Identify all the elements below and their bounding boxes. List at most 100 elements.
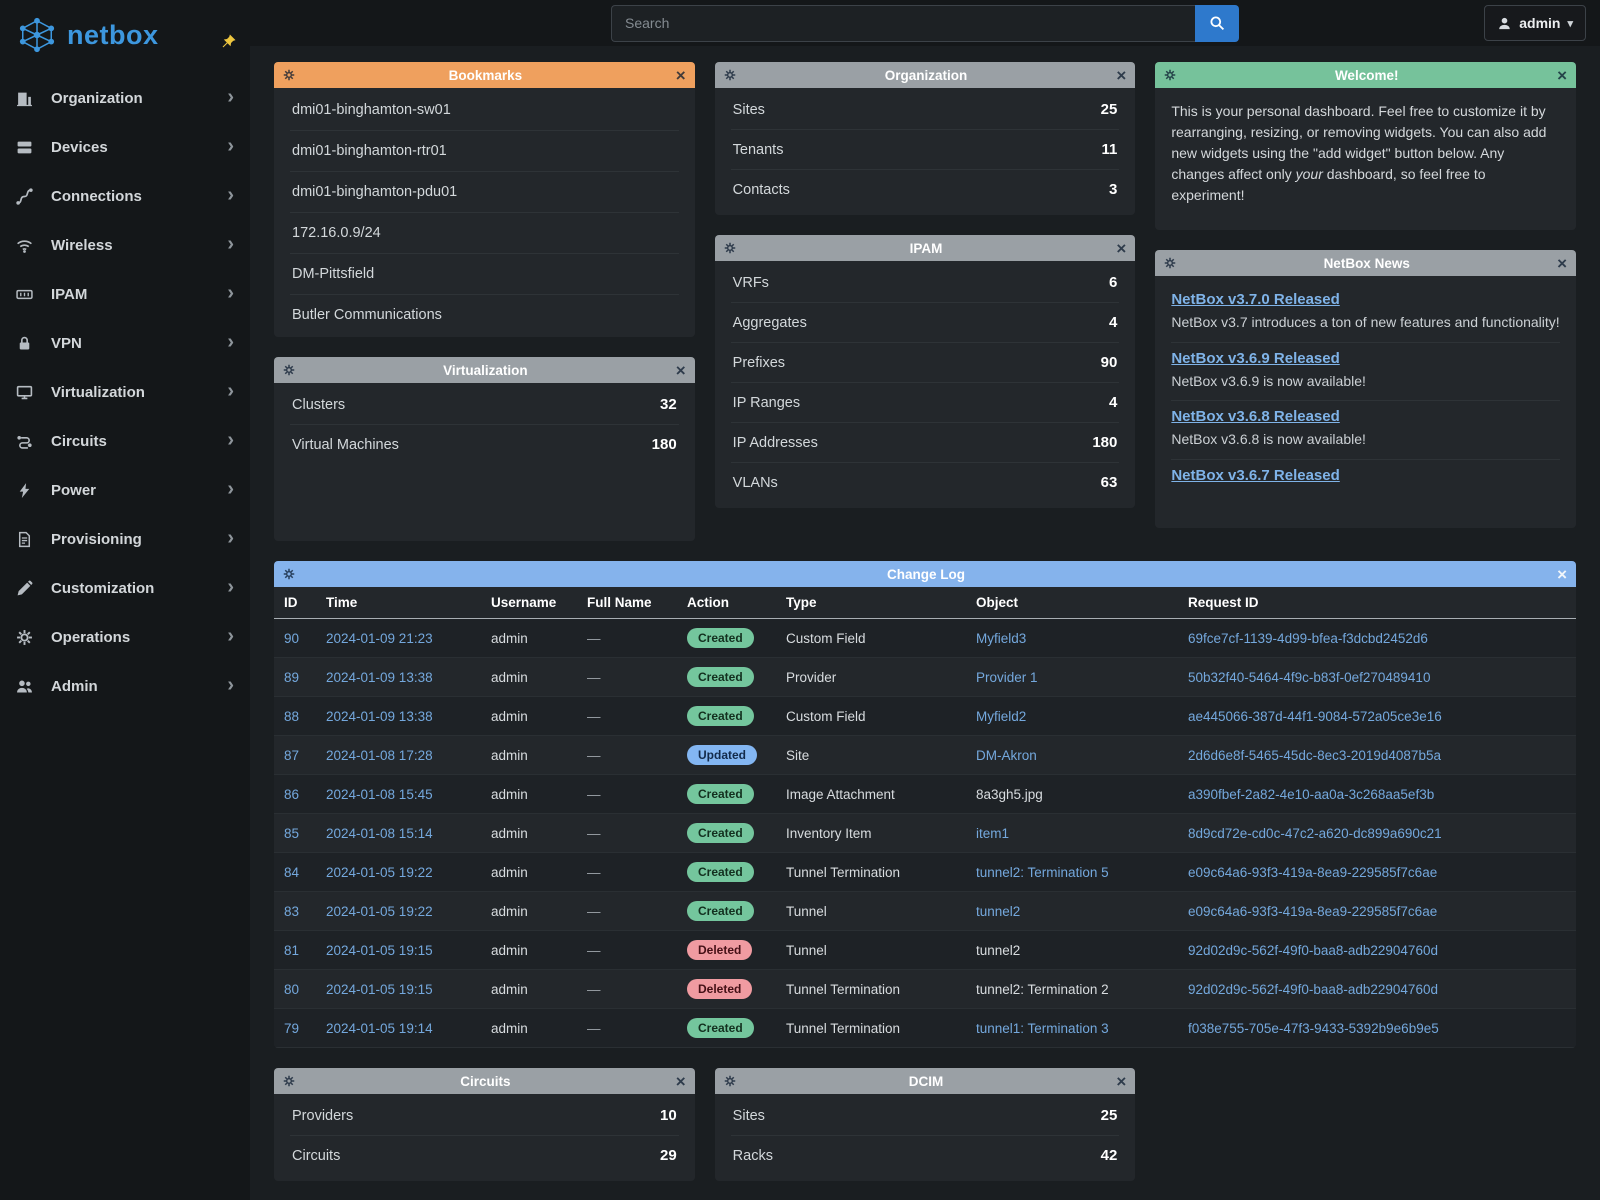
changelog-request-id-link[interactable]: ae445066-387d-44f1-9084-572a05ce3e16 [1188, 709, 1442, 724]
widget-config-icon[interactable] [283, 1075, 295, 1087]
changelog-object-link[interactable]: tunnel2: Termination 5 [976, 865, 1109, 880]
widget-close-icon[interactable]: × [1116, 67, 1126, 84]
stat-value: 11 [1101, 141, 1117, 158]
widget-close-icon[interactable]: × [676, 67, 686, 84]
changelog-time-link[interactable]: 2024-01-05 19:14 [326, 1021, 433, 1036]
changelog-id-link[interactable]: 85 [284, 826, 299, 841]
changelog-type: Tunnel Termination [776, 1009, 966, 1048]
changelog-id-link[interactable]: 90 [284, 631, 299, 646]
widget-config-icon[interactable] [724, 242, 736, 254]
sidebar-item-admin[interactable]: Admin› [0, 662, 250, 711]
brand[interactable]: netbox [0, 0, 250, 74]
sidebar-item-label: Devices [51, 139, 108, 156]
news-headline-link[interactable]: NetBox v3.7.0 Released [1171, 291, 1339, 308]
user-menu[interactable]: admin ▾ [1484, 5, 1586, 41]
widget-close-icon[interactable]: × [676, 1073, 686, 1090]
widget-config-icon[interactable] [283, 568, 295, 580]
changelog-time-link[interactable]: 2024-01-05 19:22 [326, 904, 433, 919]
widget-close-icon[interactable]: × [1557, 67, 1567, 84]
changelog-time-link[interactable]: 2024-01-05 19:15 [326, 943, 433, 958]
changelog-id-link[interactable]: 86 [284, 787, 299, 802]
changelog-object-link[interactable]: DM-Akron [976, 748, 1037, 763]
widget-close-icon[interactable]: × [1116, 1073, 1126, 1090]
dashboard-col-2: Organization × Sites25Tenants11Contacts3… [715, 62, 1136, 541]
sidebar-item-wireless[interactable]: Wireless› [0, 221, 250, 270]
widget-config-icon[interactable] [724, 1075, 736, 1087]
changelog-time-link[interactable]: 2024-01-09 21:23 [326, 631, 433, 646]
bookmark-link[interactable]: dmi01-binghamton-rtr01 [290, 131, 679, 172]
changelog-request-id-link[interactable]: 2d6d6e8f-5465-45dc-8ec3-2019d4087b5a [1188, 748, 1441, 763]
brand-name: netbox [67, 20, 159, 51]
changelog-request-id-link[interactable]: f038e755-705e-47f3-9433-5392b9e6b9e5 [1188, 1021, 1439, 1036]
changelog-id-link[interactable]: 80 [284, 982, 299, 997]
virtualization-widget: Virtualization × Clusters32Virtual Machi… [274, 357, 695, 541]
news-headline-link[interactable]: NetBox v3.6.8 Released [1171, 408, 1339, 425]
news-headline-link[interactable]: NetBox v3.6.7 Released [1171, 467, 1339, 484]
widget-config-icon[interactable] [724, 69, 736, 81]
changelog-id-link[interactable]: 84 [284, 865, 299, 880]
sidebar-item-vpn[interactable]: VPN› [0, 319, 250, 368]
changelog-object-link[interactable]: Provider 1 [976, 670, 1038, 685]
sidebar-pin-icon[interactable] [221, 34, 236, 54]
sidebar-item-ipam[interactable]: IPAM› [0, 270, 250, 319]
action-badge: Updated [687, 745, 757, 765]
widget-close-icon[interactable]: × [1557, 566, 1567, 583]
changelog-request-id-link[interactable]: 69fce7cf-1139-4d99-bfea-f3dcbd2452d6 [1188, 631, 1428, 646]
changelog-time-link[interactable]: 2024-01-09 13:38 [326, 670, 433, 685]
sidebar-item-virtualization[interactable]: Virtualization› [0, 368, 250, 417]
changelog-object-link[interactable]: tunnel2 [976, 904, 1020, 919]
changelog-request-id-link[interactable]: 92d02d9c-562f-49f0-baa8-adb22904760d [1188, 943, 1438, 958]
changelog-column-header: ID [274, 587, 316, 619]
changelog-request-id-link[interactable]: 8d9cd72e-cd0c-47c2-a620-dc899a690c21 [1188, 826, 1442, 841]
changelog-request-id-link[interactable]: e09c64a6-93f3-419a-8ea9-229585f7c6ae [1188, 904, 1437, 919]
changelog-object-link[interactable]: Myfield3 [976, 631, 1026, 646]
bookmark-link[interactable]: dmi01-binghamton-pdu01 [290, 172, 679, 213]
changelog-id-link[interactable]: 87 [284, 748, 299, 763]
widget-close-icon[interactable]: × [676, 362, 686, 379]
changelog-time-link[interactable]: 2024-01-08 15:14 [326, 826, 433, 841]
widget-close-icon[interactable]: × [1116, 240, 1126, 257]
sidebar-item-operations[interactable]: Operations› [0, 613, 250, 662]
changelog-request-id-link[interactable]: a390fbef-2a82-4e10-aa0a-3c268aa5ef3b [1188, 787, 1434, 802]
changelog-id-link[interactable]: 79 [284, 1021, 299, 1036]
sidebar-item-organization[interactable]: Organization› [0, 74, 250, 123]
sidebar-item-customization[interactable]: Customization› [0, 564, 250, 613]
bookmark-link[interactable]: 172.16.0.9/24 [290, 213, 679, 254]
changelog-id-link[interactable]: 81 [284, 943, 299, 958]
stat-row: Providers10 [290, 1096, 679, 1136]
changelog-object-link[interactable]: item1 [976, 826, 1009, 841]
changelog-request-id-link[interactable]: 92d02d9c-562f-49f0-baa8-adb22904760d [1188, 982, 1438, 997]
search-button[interactable] [1195, 5, 1239, 42]
widget-config-icon[interactable] [283, 364, 295, 376]
circuits-widget: Circuits × Providers10Circuits29 [274, 1068, 695, 1181]
changelog-id-link[interactable]: 83 [284, 904, 299, 919]
changelog-time-link[interactable]: 2024-01-09 13:38 [326, 709, 433, 724]
changelog-time-link[interactable]: 2024-01-05 19:22 [326, 865, 433, 880]
changelog-request-id-link[interactable]: 50b32f40-5464-4f9c-b83f-0ef270489410 [1188, 670, 1430, 685]
bookmark-link[interactable]: Butler Communications [290, 295, 679, 335]
news-headline-link[interactable]: NetBox v3.6.9 Released [1171, 350, 1339, 367]
changelog-time-link[interactable]: 2024-01-05 19:15 [326, 982, 433, 997]
widget-config-icon[interactable] [1164, 257, 1176, 269]
chevron-right-icon: › [227, 479, 234, 502]
search-input[interactable] [611, 5, 1195, 42]
sidebar-item-power[interactable]: Power› [0, 466, 250, 515]
changelog-request-id-link[interactable]: e09c64a6-93f3-419a-8ea9-229585f7c6ae [1188, 865, 1437, 880]
changelog-time-link[interactable]: 2024-01-08 15:45 [326, 787, 433, 802]
widget-title: IPAM [742, 241, 1111, 256]
sidebar-item-devices[interactable]: Devices› [0, 123, 250, 172]
widget-close-icon[interactable]: × [1557, 255, 1567, 272]
sidebar-item-connections[interactable]: Connections› [0, 172, 250, 221]
changelog-time-link[interactable]: 2024-01-08 17:28 [326, 748, 433, 763]
widget-config-icon[interactable] [1164, 69, 1176, 81]
changelog-id-link[interactable]: 88 [284, 709, 299, 724]
bookmark-link[interactable]: dmi01-binghamton-sw01 [290, 90, 679, 131]
sidebar-item-provisioning[interactable]: Provisioning› [0, 515, 250, 564]
circuits-widget-header: Circuits × [274, 1068, 695, 1094]
changelog-object-link[interactable]: Myfield2 [976, 709, 1026, 724]
bookmark-link[interactable]: DM-Pittsfield [290, 254, 679, 295]
changelog-object-link[interactable]: tunnel1: Termination 3 [976, 1021, 1109, 1036]
changelog-id-link[interactable]: 89 [284, 670, 299, 685]
sidebar-item-circuits[interactable]: Circuits› [0, 417, 250, 466]
widget-config-icon[interactable] [283, 69, 295, 81]
